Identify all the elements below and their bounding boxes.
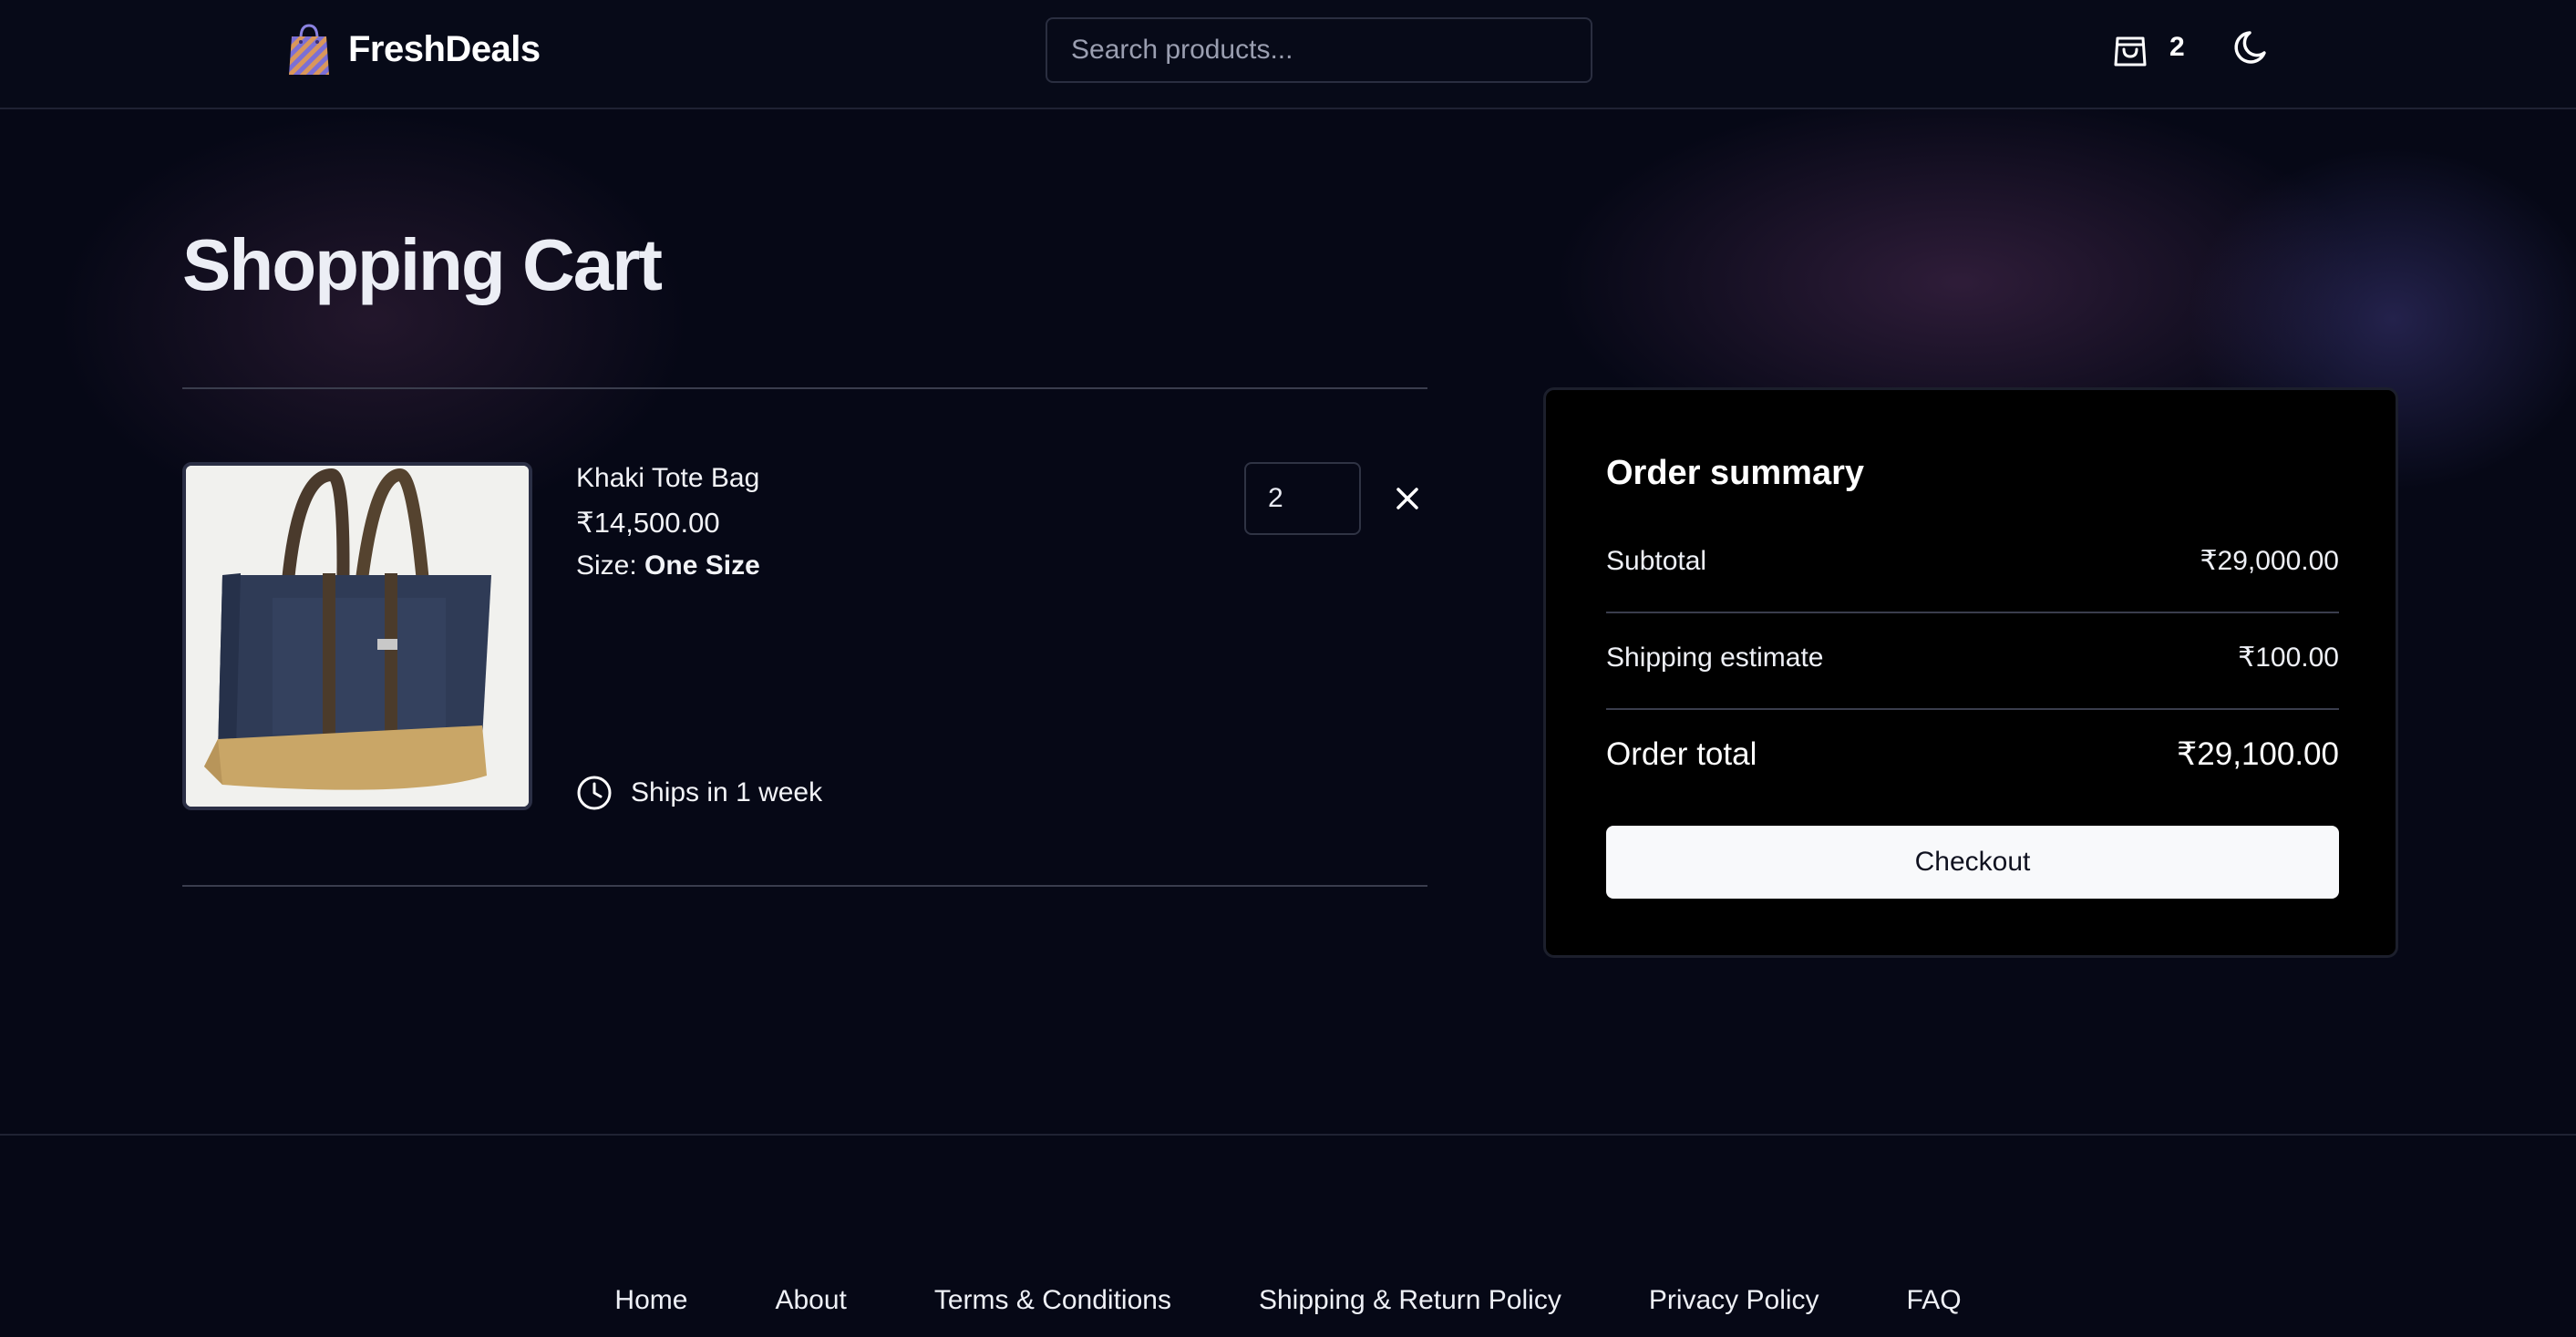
cart-button[interactable]: 2 (2111, 27, 2185, 67)
cart-bag-icon (2114, 36, 2147, 67)
close-icon[interactable] (1389, 480, 1426, 517)
cart-count-badge: 2 (2169, 32, 2185, 62)
site-header: FreshDeals 2 (0, 0, 2576, 109)
footer-nav: Home About Terms & Conditions Shipping &… (0, 1285, 2576, 1316)
subtotal-label: Subtotal (1606, 545, 1707, 576)
footer-link-terms[interactable]: Terms & Conditions (934, 1285, 1171, 1316)
moon-icon[interactable] (2231, 26, 2275, 69)
shopping-bag-icon (289, 24, 329, 75)
product-price: ₹14,500.00 (576, 507, 720, 539)
page: FreshDeals 2 Shopping Cart (0, 0, 2576, 1337)
divider (1606, 612, 2339, 613)
size-label: Size: (576, 550, 637, 581)
footer-link-shipping-policy[interactable]: Shipping & Return Policy (1259, 1285, 1561, 1316)
size-value: One Size (644, 550, 760, 581)
brand-name: FreshDeals (348, 28, 541, 69)
quantity-input[interactable] (1244, 462, 1361, 535)
order-summary-title: Order summary (1606, 454, 1865, 492)
product-name[interactable]: Khaki Tote Bag (576, 463, 759, 494)
product-size: Size: One Size (576, 550, 760, 581)
product-image[interactable] (182, 462, 532, 810)
footer-link-home[interactable]: Home (614, 1285, 687, 1316)
footer-link-faq[interactable]: FAQ (1907, 1285, 1962, 1316)
divider (182, 387, 1427, 389)
footer-divider (0, 1134, 2576, 1136)
tote-bag-photo (186, 466, 529, 807)
order-summary: Order summary Subtotal ₹29,000.00 Shippi… (1543, 387, 2398, 958)
clock-icon (577, 776, 612, 810)
total-label: Order total (1606, 736, 1757, 772)
brand-logo[interactable]: FreshDeals (288, 22, 541, 77)
shipping-note-text: Ships in 1 week (631, 777, 823, 807)
subtotal-value: ₹29,000.00 (2200, 546, 2339, 576)
shipping-value: ₹100.00 (2238, 643, 2339, 673)
total-value: ₹29,100.00 (2177, 736, 2339, 772)
shipping-label: Shipping estimate (1606, 642, 1824, 673)
subtotal-row: Subtotal ₹29,000.00 (1606, 545, 2339, 577)
checkout-button[interactable]: Checkout (1606, 826, 2339, 899)
divider (1606, 708, 2339, 710)
total-row: Order total ₹29,100.00 (1606, 736, 2339, 773)
divider (182, 885, 1427, 887)
shipping-row: Shipping estimate ₹100.00 (1606, 642, 2339, 674)
footer-link-about[interactable]: About (775, 1285, 846, 1316)
search-input[interactable] (1046, 17, 1592, 83)
footer-link-privacy[interactable]: Privacy Policy (1649, 1285, 1819, 1316)
page-title: Shopping Cart (182, 224, 663, 305)
shipping-note: Ships in 1 week (576, 775, 822, 811)
